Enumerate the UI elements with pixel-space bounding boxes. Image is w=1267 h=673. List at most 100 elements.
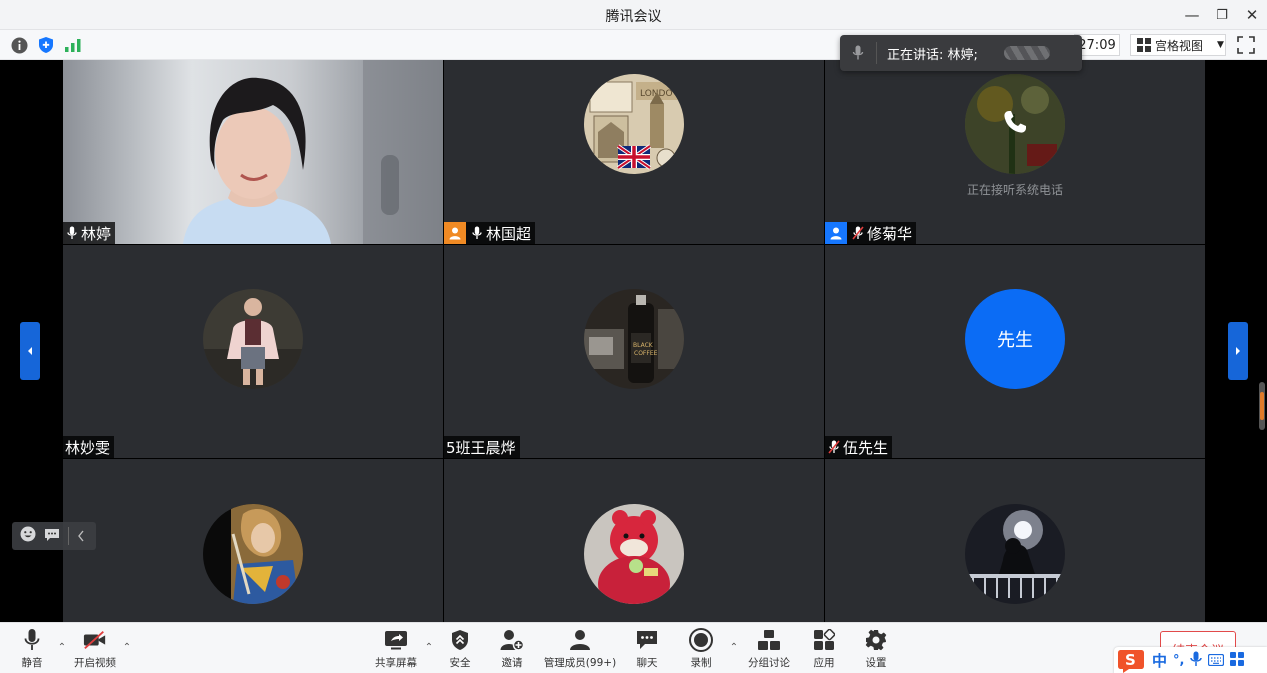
settings-label: 设置 xyxy=(865,657,887,669)
participant-tile[interactable] xyxy=(825,459,1205,622)
active-speaker-banner: 正在讲话: 林婷; xyxy=(840,35,1082,71)
host-user-icon xyxy=(444,222,466,244)
voice-input-icon[interactable] xyxy=(1190,651,1203,671)
microphone-on-icon xyxy=(470,225,484,241)
cohost-user-icon xyxy=(825,222,847,244)
participant-avatar xyxy=(584,504,684,604)
info-icon[interactable] xyxy=(10,36,28,54)
view-mode-label: 宫格视图 xyxy=(1155,38,1204,53)
share-screen-button[interactable]: 共享屏幕 xyxy=(364,628,428,670)
collapse-chevron-icon[interactable] xyxy=(77,527,85,546)
participant-avatar xyxy=(203,504,303,604)
ime-language-toggle[interactable]: 中 xyxy=(1152,650,1167,671)
participant-name: 林婷 xyxy=(81,224,112,243)
participant-tile[interactable]: 先生 伍先生 xyxy=(825,245,1205,458)
ime-punctuation-toggle[interactable]: °, xyxy=(1173,653,1184,668)
participant-tile[interactable] xyxy=(63,459,443,622)
participant-tile[interactable]: 正在接听系统电话 修菊华 xyxy=(825,60,1205,244)
participant-tile[interactable]: BLACK COFFEE 5班王晨烨 xyxy=(444,245,824,458)
security-shield-icon[interactable] xyxy=(37,36,55,54)
participant-name-tag: 5班王晨烨 xyxy=(444,436,520,458)
reaction-toolbar xyxy=(12,522,96,550)
ime-menu-icon[interactable] xyxy=(1230,651,1245,670)
view-mode-dropdown[interactable]: 宫格视图 ▼ xyxy=(1130,34,1226,56)
chevron-right-icon xyxy=(1236,347,1240,355)
emoji-icon[interactable] xyxy=(20,526,36,546)
record-button[interactable]: 录制 xyxy=(669,628,733,670)
signal-strength-icon[interactable] xyxy=(64,36,82,54)
participant-grid: 林婷 LONDO xyxy=(63,60,1205,622)
manage-members-button[interactable]: 管理成员(99+) xyxy=(532,628,628,670)
invite-label: 邀请 xyxy=(501,657,523,669)
close-button[interactable]: ✕ xyxy=(1240,4,1264,26)
input-method-bar: S 中 °, xyxy=(1114,647,1267,673)
svg-text:BLACK: BLACK xyxy=(633,342,654,349)
minimize-button[interactable]: — xyxy=(1180,4,1204,26)
chevron-down-icon: ▼ xyxy=(1217,40,1224,50)
next-page-button[interactable] xyxy=(1228,322,1248,380)
window-title: 腾讯会议 xyxy=(605,9,662,25)
avatar-initials: 先生 xyxy=(997,330,1033,351)
svg-text:COFFEE: COFFEE xyxy=(634,350,658,357)
participant-name: 5班王晨烨 xyxy=(446,438,516,457)
chevron-left-icon xyxy=(28,347,32,355)
title-bar: 腾讯会议 — ❐ ✕ xyxy=(0,0,1267,30)
participant-name: 修菊华 xyxy=(867,224,913,243)
participant-avatar: LONDO xyxy=(584,74,684,174)
share-screen-icon xyxy=(384,628,408,652)
participant-tile[interactable]: 林婷 xyxy=(63,60,443,244)
apps-label: 应用 xyxy=(813,657,835,669)
record-label: 录制 xyxy=(690,657,712,669)
chat-icon xyxy=(635,628,659,652)
mute-button[interactable]: 静音 xyxy=(0,628,64,670)
participant-name-tag: 林婷 xyxy=(63,222,116,244)
divider xyxy=(68,527,69,545)
mute-label: 静音 xyxy=(21,657,43,669)
fullscreen-icon[interactable] xyxy=(1236,35,1256,55)
participant-name: 伍先生 xyxy=(843,438,889,457)
manage-members-label: 管理成员(99+) xyxy=(543,657,617,669)
video-off-icon xyxy=(83,628,107,652)
security-label: 安全 xyxy=(449,657,471,669)
participant-avatar: BLACK COFFEE xyxy=(584,289,684,389)
participant-name: 林国超 xyxy=(486,224,532,243)
divider xyxy=(876,42,877,64)
keyboard-icon[interactable] xyxy=(1208,651,1225,670)
chat-bubble-icon[interactable] xyxy=(44,527,60,546)
microphone-icon xyxy=(20,628,44,652)
settings-button[interactable]: 设置 xyxy=(844,628,908,670)
blurred-region xyxy=(1003,46,1050,60)
previous-page-button[interactable] xyxy=(20,322,40,380)
phone-status-text: 正在接听系统电话 xyxy=(966,183,1063,197)
participant-name-tag: 修菊华 xyxy=(825,222,917,244)
participant-video xyxy=(63,60,443,244)
participant-name-tag: 林妙雯 xyxy=(63,436,115,458)
start-video-button[interactable]: 开启视频 xyxy=(63,628,127,670)
add-user-icon xyxy=(500,628,524,652)
breakout-rooms-label: 分组讨论 xyxy=(748,657,790,669)
microphone-muted-icon xyxy=(827,439,841,455)
participant-name: 林妙雯 xyxy=(65,438,111,457)
participant-tile[interactable] xyxy=(444,459,824,622)
participant-tile[interactable]: LONDO xyxy=(444,60,824,244)
sogou-logo-icon[interactable]: S xyxy=(1116,647,1146,673)
scroll-indicator[interactable] xyxy=(1259,382,1265,430)
chat-label: 聊天 xyxy=(636,657,658,669)
gear-icon xyxy=(864,628,888,652)
microphone-on-icon xyxy=(65,225,79,241)
restore-button[interactable]: ❐ xyxy=(1210,4,1234,26)
breakout-rooms-icon xyxy=(757,628,781,652)
record-icon xyxy=(689,628,713,652)
participant-avatar xyxy=(203,289,303,389)
microphone-icon xyxy=(852,45,864,60)
phone-call-icon xyxy=(1001,108,1029,136)
security-shield-icon xyxy=(448,628,472,652)
microphone-muted-icon xyxy=(851,225,865,241)
participant-name-tag: 伍先生 xyxy=(825,436,893,458)
video-options-chevron-icon[interactable]: ⌃ xyxy=(121,641,133,653)
start-video-label: 开启视频 xyxy=(74,657,116,669)
meeting-toolbar: 静音 ⌃ 开启视频 ⌃ 共享屏幕 ⌃ 安全 邀请 管理成员(99+) 聊天 录制… xyxy=(0,622,1267,673)
participant-tile[interactable]: 林妙雯 xyxy=(63,245,443,458)
participant-initials-avatar: 先生 xyxy=(965,289,1065,389)
grid-view-icon xyxy=(1137,38,1151,52)
